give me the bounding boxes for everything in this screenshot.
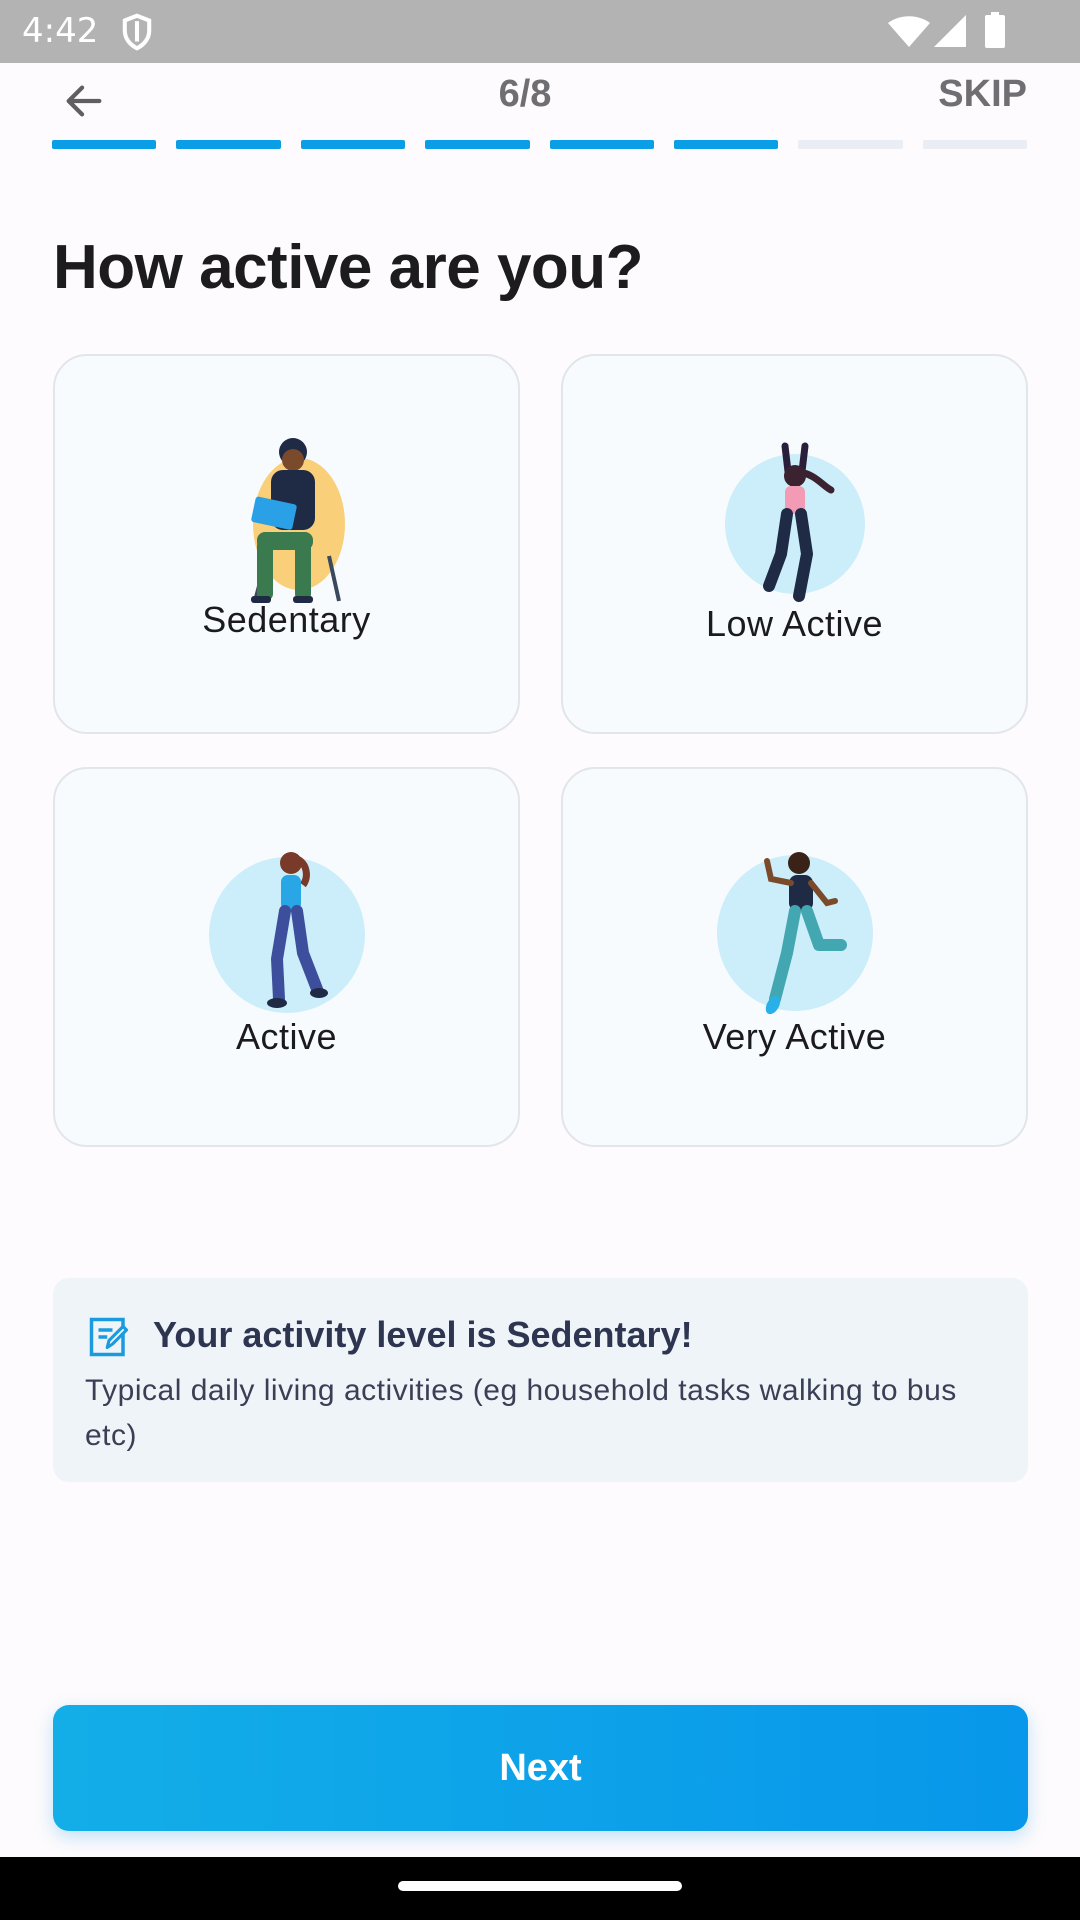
person-stretching-illustration <box>724 442 865 602</box>
progress-segment <box>673 140 779 149</box>
option-label: Sedentary <box>202 599 371 640</box>
progress-segment <box>549 140 654 149</box>
option-low-active[interactable]: Low Active <box>561 354 1028 734</box>
shield-icon <box>122 13 152 51</box>
progress-segment <box>176 140 281 149</box>
edit-note-icon <box>89 1317 129 1357</box>
progress-segment <box>52 140 157 149</box>
skip-button[interactable]: SKIP <box>938 73 1027 116</box>
option-label: Very Active <box>702 1016 887 1057</box>
wifi-icon <box>888 16 930 47</box>
status-time: 4:42 <box>22 11 99 51</box>
step-counter: 6/8 <box>498 73 552 115</box>
progress-segment <box>922 140 1027 149</box>
home-indicator[interactable] <box>398 1881 682 1891</box>
header: 6/8 SKIP <box>0 63 1080 143</box>
option-sedentary[interactable]: Sedentary <box>53 354 520 734</box>
person-sitting-laptop-illustration <box>250 438 345 603</box>
battery-icon <box>985 12 1005 48</box>
progress-segment <box>300 140 406 149</box>
progress-segment <box>798 140 903 149</box>
activity-info-box: Your activity level is Sedentary! Typica… <box>53 1278 1028 1482</box>
option-label: Low Active <box>705 603 884 644</box>
person-walking-illustration <box>208 852 365 1013</box>
status-bar: 4:42 <box>0 0 1080 63</box>
signal-icon <box>934 15 966 47</box>
activity-options: Sedentary Low Active Active Very Active <box>53 354 1028 1147</box>
navigation-bar <box>0 1857 1080 1920</box>
option-very-active[interactable]: Very Active <box>561 767 1028 1147</box>
person-running-illustration <box>716 852 873 1015</box>
info-title: Your activity level is Sedentary! <box>153 1314 693 1355</box>
info-text: Typical daily living activities (eg hous… <box>85 1374 957 1452</box>
progress-segment <box>425 140 530 149</box>
option-label: Active <box>235 1016 338 1057</box>
option-active[interactable]: Active <box>53 767 520 1147</box>
next-button[interactable]: Next <box>53 1705 1028 1831</box>
page-title: How active are you? <box>53 233 644 302</box>
progress-indicator <box>52 140 1027 149</box>
